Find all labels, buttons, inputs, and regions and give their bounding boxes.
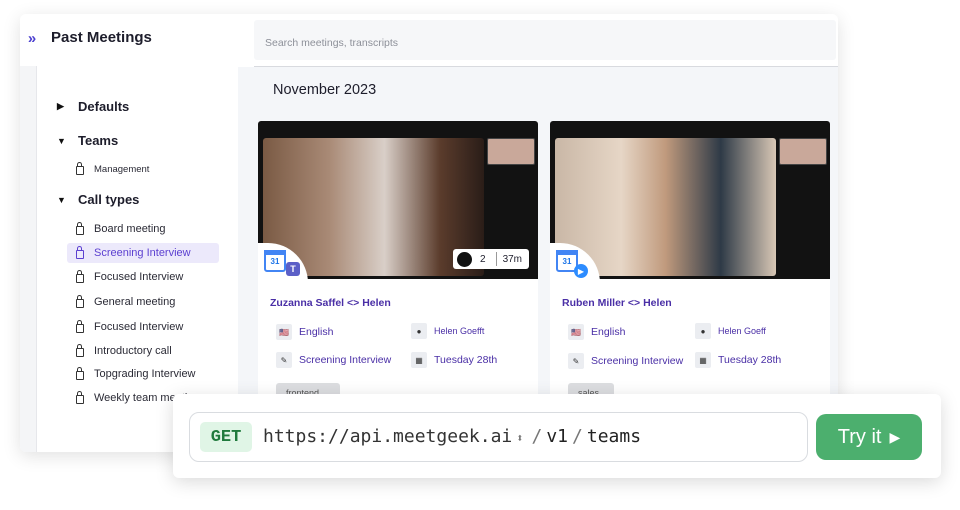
- calendar-icon: ▦: [695, 352, 711, 368]
- section-defaults[interactable]: ▶ Defaults: [37, 99, 129, 114]
- section-call-types[interactable]: ▼ Call types: [37, 192, 139, 207]
- section-teams[interactable]: ▼ Teams: [37, 133, 118, 148]
- lock-icon: [76, 366, 84, 380]
- host-field: ● Helen Goeff: [695, 323, 766, 339]
- meeting-title[interactable]: Ruben Miller <> Helen: [562, 297, 672, 309]
- path-separator: /: [572, 426, 583, 447]
- http-method-badge[interactable]: GET: [200, 422, 252, 452]
- expand-sidebar-icon[interactable]: »: [20, 24, 40, 52]
- us-flag-icon: 🇺🇸: [276, 324, 292, 340]
- call-type-field: ✎ Screening Interview: [568, 353, 683, 369]
- lock-icon: [76, 319, 84, 333]
- video-thumbnail[interactable]: 2 37m 31 T: [258, 121, 538, 283]
- sidebar-item-topgrading-interview[interactable]: Topgrading Interview: [67, 364, 219, 384]
- sidebar-item-focused-interview[interactable]: Focused Interview: [67, 267, 219, 287]
- host-video-pip: [779, 138, 827, 165]
- caret-down-icon: ▼: [57, 135, 66, 146]
- lock-icon: [76, 343, 84, 357]
- sidebar-item-introductory-call[interactable]: Introductory call: [67, 341, 219, 361]
- language-field: 🇺🇸 English: [276, 324, 333, 340]
- server-select-icon[interactable]: ⬍: [516, 431, 523, 445]
- top-bar: » Past Meetings Search meetings, transcr…: [20, 14, 838, 66]
- path-separator: /: [531, 426, 543, 447]
- path-resource: teams: [586, 426, 642, 447]
- calendar-icon: ▦: [411, 352, 427, 368]
- google-calendar-icon: 31: [264, 250, 286, 272]
- user-icon: [457, 251, 472, 267]
- search-input[interactable]: Search meetings, transcripts: [254, 20, 836, 60]
- date-field: ▦ Tuesday 28th: [411, 352, 497, 368]
- host-video-pip: [487, 138, 535, 165]
- sidebar-item-general-meeting[interactable]: General meeting: [67, 292, 219, 312]
- lock-icon: [76, 390, 84, 404]
- base-url: https://api.meetgeek.ai: [263, 426, 513, 447]
- lock-icon: [76, 161, 84, 175]
- host-field: ● Helen Goefft: [411, 323, 484, 339]
- lock-icon: [76, 269, 84, 283]
- sidebar-item-screening-interview[interactable]: Screening Interview: [67, 243, 219, 263]
- api-request-bar: GET https://api.meetgeek.ai ⬍ / v1/teams Tr…: [173, 394, 941, 478]
- caret-down-icon: ▼: [57, 194, 66, 205]
- sidebar-item-board-meeting[interactable]: Board meeting: [67, 219, 219, 239]
- sidebar-item-management[interactable]: Management: [67, 159, 219, 179]
- meeting-stats-badge: 2 37m: [453, 249, 529, 269]
- lock-icon: [76, 294, 84, 308]
- video-thumbnail[interactable]: 31 ▶: [550, 121, 830, 283]
- date-field: ▦ Tuesday 28th: [695, 352, 781, 368]
- sidebar-item-focused-interview-2[interactable]: Focused Interview: [67, 317, 219, 337]
- play-icon: ▶: [889, 428, 901, 445]
- us-flag-icon: 🇺🇸: [568, 324, 584, 340]
- caret-right-icon: ▶: [57, 101, 64, 111]
- meeting-title[interactable]: Zuzanna Saffel <> Helen: [270, 297, 391, 309]
- teams-icon: T: [286, 262, 300, 276]
- path-version: v1: [546, 426, 569, 447]
- person-icon: ●: [695, 323, 711, 339]
- month-heading: November 2023: [273, 82, 377, 98]
- lock-icon: [76, 245, 84, 259]
- language-field: 🇺🇸 English: [568, 324, 625, 340]
- sidebar-gutter: [20, 66, 36, 452]
- app-window: » Past Meetings Search meetings, transcr…: [20, 14, 838, 452]
- edit-icon: ✎: [276, 352, 292, 368]
- meeting-card[interactable]: 31 ▶ Ruben Miller <> Helen 🇺🇸 English ● He…: [550, 121, 830, 411]
- endpoint-url: https://api.meetgeek.ai ⬍ / v1/teams: [263, 426, 641, 447]
- zoom-icon: ▶: [574, 264, 588, 278]
- call-type-field: ✎ Screening Interview: [276, 352, 391, 368]
- try-it-button[interactable]: Try it ▶: [816, 414, 922, 460]
- page-title: Past Meetings: [51, 29, 152, 46]
- lock-icon: [76, 221, 84, 235]
- api-url-field[interactable]: GET https://api.meetgeek.ai ⬍ / v1/teams: [189, 412, 808, 462]
- person-icon: ●: [411, 323, 427, 339]
- meeting-card[interactable]: 2 37m 31 T Zuzanna Saffel <> Helen 🇺🇸 Eng…: [258, 121, 538, 411]
- edit-icon: ✎: [568, 353, 584, 369]
